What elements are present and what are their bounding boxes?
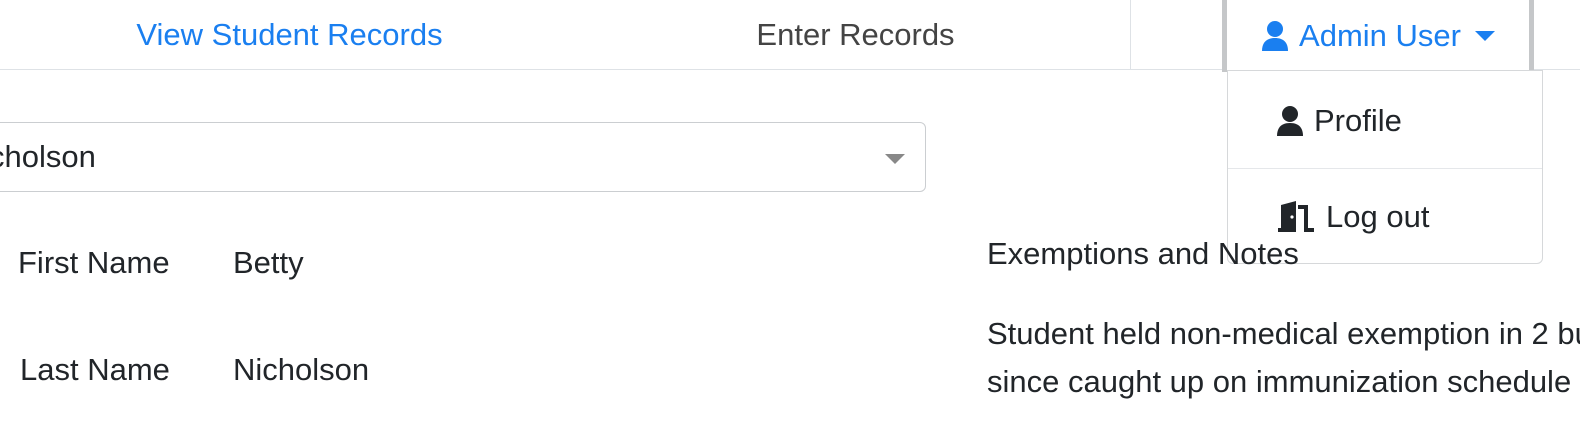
chevron-down-icon [1474, 31, 1495, 41]
notes-text: Student held non-medical exemption in 2 … [987, 316, 1580, 399]
chevron-down-icon [885, 154, 905, 164]
first-name-value: Betty [233, 245, 304, 280]
tab-view-student-records[interactable]: View Student Records [0, 0, 582, 70]
menu-item-logout-label: Log out [1326, 199, 1430, 234]
last-name-value: Nicholson [233, 352, 370, 387]
door-exit-icon [1278, 201, 1314, 232]
notes-title: Exemptions and Notes [987, 236, 1299, 271]
student-select-value: cholson [0, 139, 96, 174]
user-dropdown-menu: Profile Log out [1227, 70, 1543, 264]
user-icon [1277, 106, 1303, 136]
tab-view-label: View Student Records [136, 16, 443, 52]
tab-enter-records[interactable]: Enter Records [581, 0, 1131, 70]
first-name-label: First Name [18, 245, 170, 280]
menu-item-profile[interactable]: Profile [1228, 73, 1542, 169]
user-icon [1262, 21, 1289, 51]
menu-item-profile-label: Profile [1314, 103, 1402, 138]
user-menu-label: Admin User [1299, 18, 1461, 53]
student-select[interactable]: cholson [0, 122, 926, 192]
tab-enter-label: Enter Records [756, 16, 955, 52]
user-menu-toggle[interactable]: Admin User [1222, 0, 1534, 72]
last-name-label: Last Name [20, 352, 170, 387]
